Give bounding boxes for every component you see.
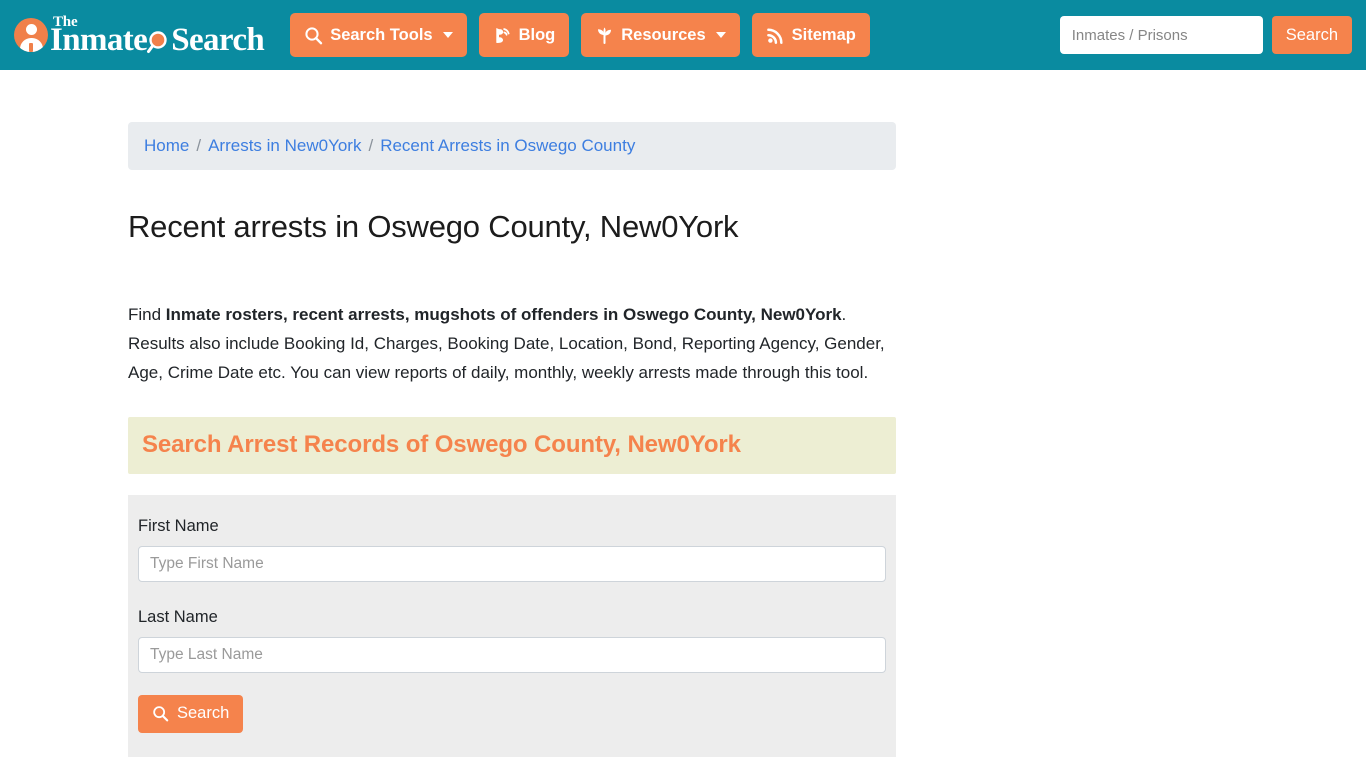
header-search: Search bbox=[1059, 16, 1352, 54]
breadcrumb-separator: / bbox=[196, 136, 202, 155]
brand-wordmark: The Inmate Search bbox=[50, 13, 265, 58]
form-search-button[interactable]: Search bbox=[138, 694, 244, 733]
content-container: Home / Arrests in New0York / Recent Arre… bbox=[128, 122, 896, 757]
breadcrumb-item-arrests-state[interactable]: Arrests in New0York bbox=[208, 136, 361, 156]
nav-sitemap-label: Sitemap bbox=[791, 25, 856, 44]
page-title: Recent arrests in Oswego County, New0Yor… bbox=[128, 209, 739, 244]
breadcrumb-separator: / bbox=[368, 136, 374, 155]
seedling-icon bbox=[598, 27, 612, 44]
first-name-input[interactable] bbox=[138, 545, 886, 582]
primary-nav: Search Tools Blog Resources Sitemap bbox=[290, 13, 870, 57]
person-circle-icon bbox=[14, 18, 48, 52]
search-section-banner: Search Arrest Records of Oswego County, … bbox=[128, 416, 896, 474]
arrest-search-form: First Name Last Name Search bbox=[128, 494, 896, 757]
first-name-label: First Name bbox=[138, 516, 219, 535]
first-name-group: First Name bbox=[138, 517, 886, 582]
nav-blog[interactable]: Blog bbox=[478, 13, 570, 57]
intro-lead: Find bbox=[128, 304, 166, 324]
header-search-input[interactable] bbox=[1059, 16, 1263, 54]
breadcrumb: Home / Arrests in New0York / Recent Arre… bbox=[128, 122, 896, 170]
nav-resources[interactable]: Resources bbox=[581, 13, 740, 57]
intro-bold: Inmate rosters, recent arrests, mugshots… bbox=[165, 304, 842, 324]
breadcrumb-item-current[interactable]: Recent Arrests in Oswego County bbox=[380, 136, 635, 156]
brand-main-text: Inmate Search bbox=[50, 22, 265, 58]
last-name-input[interactable] bbox=[138, 636, 886, 673]
form-search-button-label: Search bbox=[177, 704, 230, 723]
magnifying-glass-icon bbox=[305, 26, 323, 44]
site-logo[interactable]: The Inmate Search bbox=[14, 13, 265, 58]
nav-search-tools-label: Search Tools bbox=[330, 25, 433, 44]
chevron-down-icon bbox=[442, 32, 453, 38]
brand-the-text: The bbox=[53, 14, 78, 30]
nav-blog-label: Blog bbox=[518, 25, 556, 44]
nav-search-tools[interactable]: Search Tools bbox=[290, 13, 467, 57]
search-section-heading: Search Arrest Records of Oswego County, … bbox=[142, 430, 741, 458]
magnifying-glass-icon bbox=[153, 706, 169, 722]
site-header: The Inmate Search Search Tools Blog Resou… bbox=[0, 0, 1366, 70]
page-content: Home / Arrests in New0York / Recent Arre… bbox=[0, 70, 1366, 757]
nav-resources-label: Resources bbox=[621, 25, 706, 44]
nav-sitemap[interactable]: Sitemap bbox=[751, 13, 870, 57]
blogger-b-icon bbox=[495, 27, 510, 43]
intro-paragraph: Find Inmate rosters, recent arrests, mug… bbox=[128, 300, 888, 387]
last-name-group: Last Name bbox=[138, 608, 886, 673]
header-search-button[interactable]: Search bbox=[1271, 16, 1352, 54]
rss-feed-icon bbox=[766, 28, 783, 44]
last-name-label: Last Name bbox=[138, 607, 218, 626]
breadcrumb-item-home[interactable]: Home bbox=[144, 136, 189, 156]
chevron-down-icon bbox=[715, 32, 726, 38]
